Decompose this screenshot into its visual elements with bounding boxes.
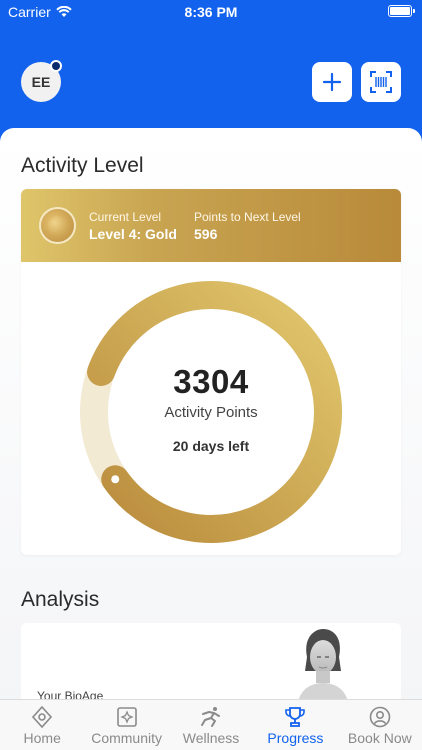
tab-home[interactable]: Home	[0, 700, 84, 750]
tab-book-now[interactable]: Book Now	[338, 700, 422, 750]
tab-community[interactable]: Community	[84, 700, 168, 750]
level-banner: Current Level Level 4: Gold Points to Ne…	[21, 189, 401, 262]
content-sheet: Activity Level Current Level Level 4: Go…	[0, 128, 422, 708]
avatar-initials: EE	[31, 74, 51, 90]
battery-icon	[388, 5, 415, 17]
scan-button[interactable]	[361, 62, 401, 102]
barcode-scan-icon	[370, 71, 392, 93]
ring-end-dot	[111, 475, 120, 484]
level-badge-icon	[39, 207, 76, 244]
person-icon	[369, 706, 391, 728]
tab-progress[interactable]: Progress	[253, 700, 337, 750]
add-button[interactable]	[312, 62, 352, 102]
activity-points-value: 3304	[173, 363, 249, 400]
status-bar: Carrier 8:36 PM	[0, 0, 422, 24]
activity-points-label: Activity Points	[164, 404, 258, 421]
activity-card[interactable]: Current Level Level 4: Gold Points to Ne…	[21, 189, 401, 555]
days-left: 20 days left	[172, 438, 250, 454]
status-time: 8:36 PM	[184, 4, 238, 20]
tab-progress-label: Progress	[267, 730, 324, 746]
points-next-label: Points to Next Level	[194, 210, 301, 224]
activity-level-title: Activity Level	[21, 154, 144, 177]
community-icon	[116, 707, 137, 727]
tab-book-now-label: Book Now	[347, 730, 412, 746]
wellness-icon	[201, 707, 221, 727]
tab-wellness-label: Wellness	[182, 730, 240, 746]
tab-bar: Home Community Wellness Progress Book No…	[0, 699, 422, 750]
trophy-icon	[285, 707, 306, 727]
points-next-value: 596	[194, 226, 218, 242]
current-level-label: Current Level	[89, 210, 162, 224]
notification-dot	[50, 60, 62, 72]
analysis-card[interactable]: Your BioAge	[21, 623, 401, 708]
portrait-image	[297, 629, 349, 707]
current-level-value: Level 4: Gold	[89, 226, 177, 242]
home-icon	[32, 706, 53, 728]
plus-icon	[322, 72, 342, 92]
tab-home-label: Home	[23, 730, 61, 746]
analysis-title: Analysis	[21, 588, 100, 611]
tab-community-label: Community	[91, 730, 162, 746]
tab-wellness[interactable]: Wellness	[169, 700, 253, 750]
